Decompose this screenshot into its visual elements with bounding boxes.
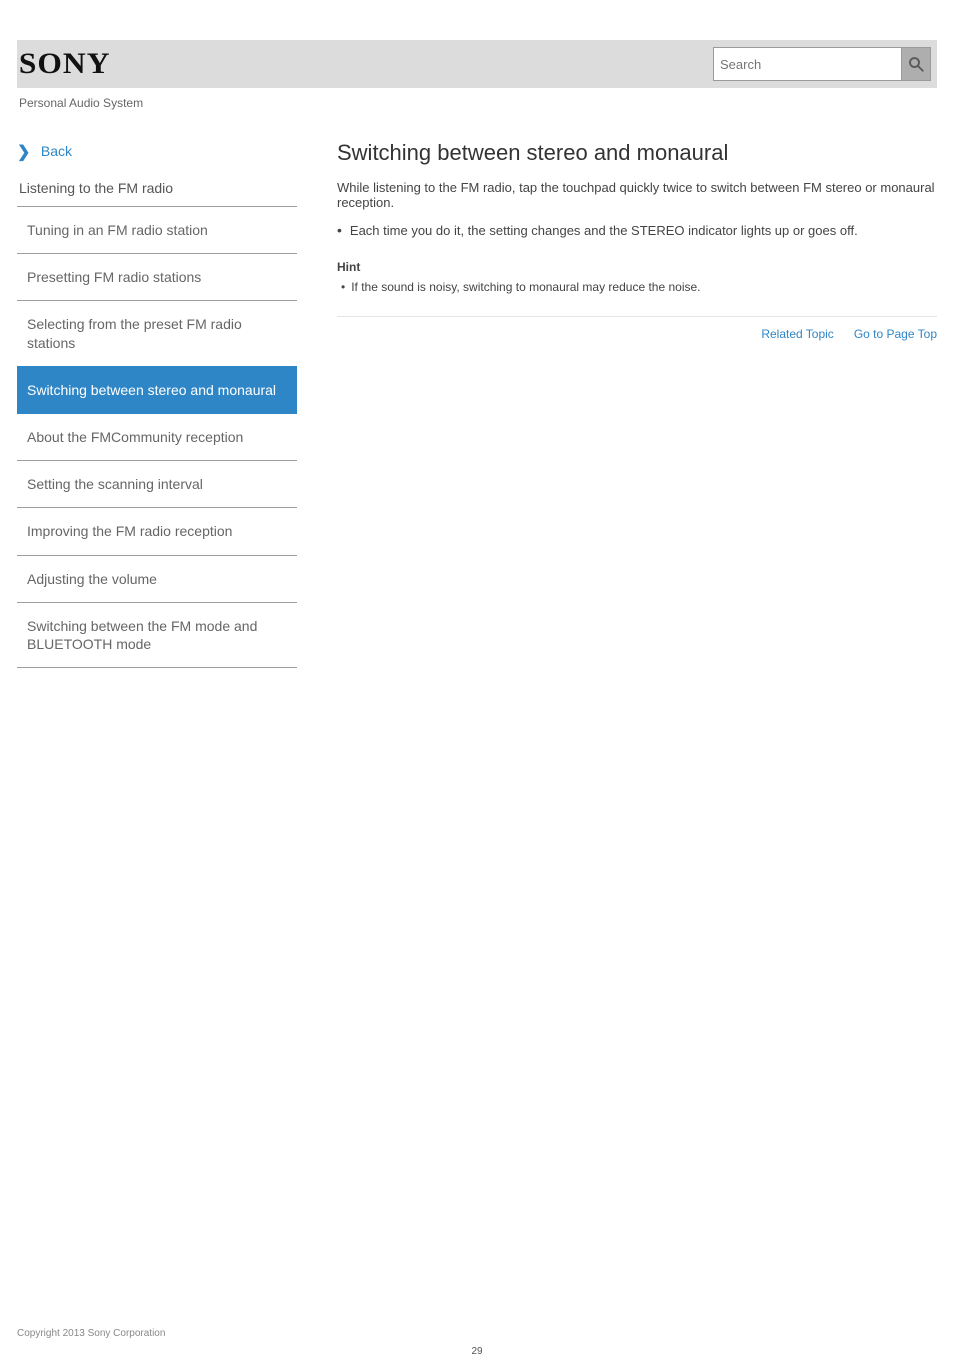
nav-item[interactable]: About the FMCommunity reception xyxy=(17,413,297,460)
content-bullet: Each time you do it, the setting changes… xyxy=(337,222,937,238)
nav-item[interactable]: Setting the scanning interval xyxy=(17,460,297,507)
nav-item[interactable]: Presetting FM radio stations xyxy=(17,253,297,300)
magnifier-icon xyxy=(907,55,925,73)
top-bar: SONY xyxy=(17,40,937,88)
hint-body: If the sound is noisy, switching to mona… xyxy=(337,280,937,294)
content-intro: While listening to the FM radio, tap the… xyxy=(337,180,937,210)
nav-section-title: Listening to the FM radio xyxy=(19,180,297,196)
copyright: Copyright 2013 Sony Corporation xyxy=(17,1328,937,1339)
page-title: Switching between stereo and monaural xyxy=(337,140,937,166)
hint-label: Hint xyxy=(337,260,937,274)
nav-item[interactable]: Switching between stereo and monaural xyxy=(17,366,297,413)
product-name: Personal Audio System xyxy=(17,88,937,110)
nav-item[interactable]: Tuning in an FM radio station xyxy=(17,206,297,253)
nav-back[interactable]: ❯ Back xyxy=(17,142,297,162)
chevron-right-icon: ❯ xyxy=(17,142,30,162)
nav-item[interactable]: Improving the FM radio reception xyxy=(17,507,297,554)
search-button[interactable] xyxy=(901,47,931,81)
search-input[interactable] xyxy=(713,47,901,81)
brand-logo: SONY xyxy=(19,47,111,81)
link-page-top[interactable]: Go to Page Top xyxy=(854,327,937,341)
nav-back-label: Back xyxy=(41,143,72,159)
nav-item[interactable]: Adjusting the volume xyxy=(17,555,297,602)
search xyxy=(713,47,931,81)
nav-item[interactable]: Switching between the FM mode and BLUETO… xyxy=(17,602,297,668)
content-divider xyxy=(337,316,937,317)
link-related-topic[interactable]: Related Topic xyxy=(761,327,834,341)
nav-list: Tuning in an FM radio stationPresetting … xyxy=(17,206,297,668)
page-number: 29 xyxy=(17,1346,937,1357)
nav-item[interactable]: Selecting from the preset FM radio stati… xyxy=(17,300,297,365)
